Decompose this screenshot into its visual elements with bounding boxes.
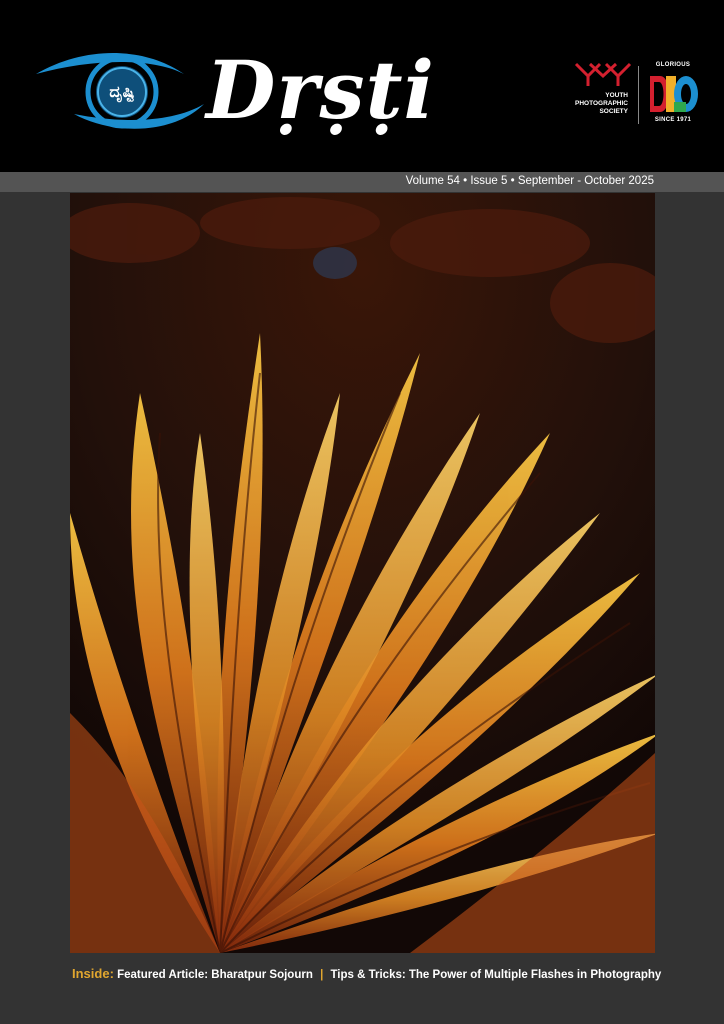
publisher-line-2: PHOTOGRAPHIC xyxy=(575,100,628,107)
issue-details: Volume 54 • Issue 5 • September - Octobe… xyxy=(405,175,654,187)
inside-contents: Inside: Featured Article: Bharatpur Sojo… xyxy=(72,966,661,981)
masthead: ದೃಷ್ಟಿ Dṛṣṭi YOUTH PHOTOGRAPHIC SOCIETY … xyxy=(0,0,724,172)
feather-photo-image xyxy=(70,193,655,953)
anniversary-since-text: SINCE 1971 xyxy=(654,117,692,123)
logo-kannada-text: ದೃಷ್ಟಿ xyxy=(109,82,135,101)
anniversary-top-text: GLORIOUS xyxy=(655,62,691,68)
cover-photo xyxy=(70,193,655,953)
inside-item-tips: Tips & Tricks: The Power of Multiple Fla… xyxy=(330,969,662,981)
publisher-name: YOUTH PHOTOGRAPHIC SOCIETY xyxy=(572,92,628,116)
inside-label: Inside: xyxy=(72,966,114,981)
inside-separator: | xyxy=(320,969,324,981)
yps-logo-icon xyxy=(574,62,632,86)
fifty-years-logo-icon xyxy=(650,76,698,112)
masthead-divider xyxy=(638,66,639,124)
publisher-line-3: SOCIETY xyxy=(599,108,628,115)
magazine-title: Dṛṣṭi xyxy=(206,43,435,137)
publisher-line-1: YOUTH xyxy=(605,92,628,99)
issue-info-bar: Volume 54 • Issue 5 • September - Octobe… xyxy=(0,172,724,192)
inside-item-featured-article: Featured Article: Bharatpur Sojourn xyxy=(117,969,313,981)
